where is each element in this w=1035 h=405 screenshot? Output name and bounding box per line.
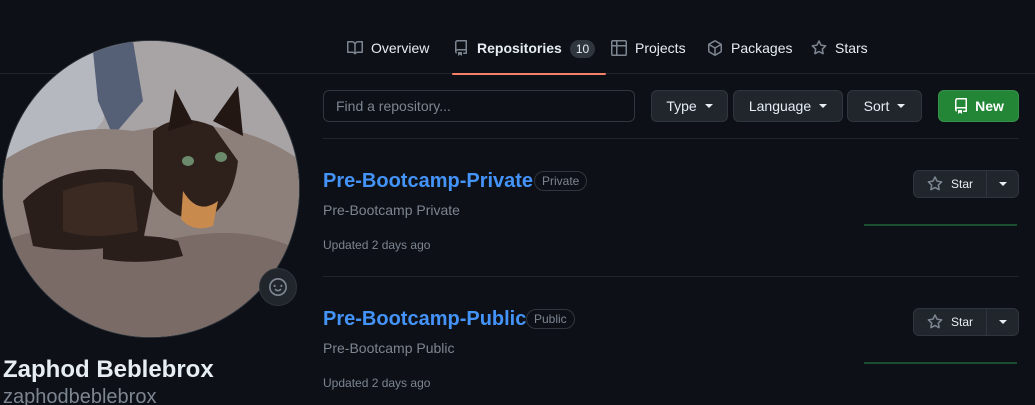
repo-description: Pre-Bootcamp Private [323,202,460,218]
sort-filter-label: Sort [863,98,890,114]
star-button-group: Star [913,170,1019,198]
profile-login: zaphodbeblebrox [3,386,157,405]
package-icon [708,40,722,56]
star-list-dropdown[interactable] [987,309,1018,335]
repositories-count-badge: 10 [569,40,596,58]
smiley-icon [269,278,287,296]
star-list-dropdown[interactable] [987,171,1018,197]
repo-updated-time: Updated 2 days ago [323,376,431,390]
list-divider [323,276,1019,277]
language-filter-label: Language [748,98,812,114]
activity-sparkline [864,224,1017,226]
tab-overview[interactable]: Overview [347,28,429,74]
repo-icon [455,40,467,56]
star-icon [811,40,827,55]
avatar-cat-image [3,41,299,337]
profile-page: Overview Repositories 10 Projects Packag… [0,0,1035,405]
star-button-group: Star [913,308,1019,336]
repo-name-link[interactable]: Pre-Bootcamp-Public [323,308,526,331]
chevron-down-icon [998,320,1007,324]
visibility-badge: Public [526,309,575,329]
tab-repositories-label: Repositories [477,40,562,56]
set-status-button[interactable] [259,268,297,306]
star-button-label: Star [950,177,973,191]
star-button[interactable]: Star [914,171,987,197]
activity-sparkline [864,362,1017,364]
repo-description: Pre-Bootcamp Public [323,340,455,356]
list-divider [323,138,1019,139]
repo-name-link[interactable]: Pre-Bootcamp-Private [323,170,533,193]
table-icon [611,40,627,56]
type-filter-label: Type [666,98,697,114]
find-repository-input[interactable] [323,90,635,122]
star-button-label: Star [950,315,973,329]
language-filter-button[interactable]: Language [733,90,843,122]
star-icon [927,314,943,329]
tab-projects[interactable]: Projects [611,28,686,74]
tab-packages-label: Packages [731,40,793,56]
tab-stars-label: Stars [835,40,868,56]
tab-overview-label: Overview [371,40,430,56]
chevron-down-icon [998,182,1007,186]
chevron-down-icon [819,104,828,108]
avatar[interactable] [2,40,300,338]
chevron-down-icon [897,104,906,108]
repo-icon [955,98,968,114]
tab-packages[interactable]: Packages [707,28,792,74]
star-button[interactable]: Star [914,309,987,335]
tab-projects-label: Projects [635,40,686,56]
tab-repositories[interactable]: Repositories 10 [451,28,607,75]
repo-updated-time: Updated 2 days ago [323,238,431,252]
star-icon [927,176,943,191]
type-filter-button[interactable]: Type [651,90,728,122]
new-repository-button[interactable]: New [938,90,1019,122]
sort-filter-button[interactable]: Sort [847,90,922,122]
tab-stars[interactable]: Stars [811,28,868,74]
visibility-badge: Private [534,171,588,191]
profile-name: Zaphod Beblebrox [3,356,214,383]
new-repository-label: New [975,98,1004,114]
chevron-down-icon [704,104,713,108]
book-icon [347,40,363,55]
